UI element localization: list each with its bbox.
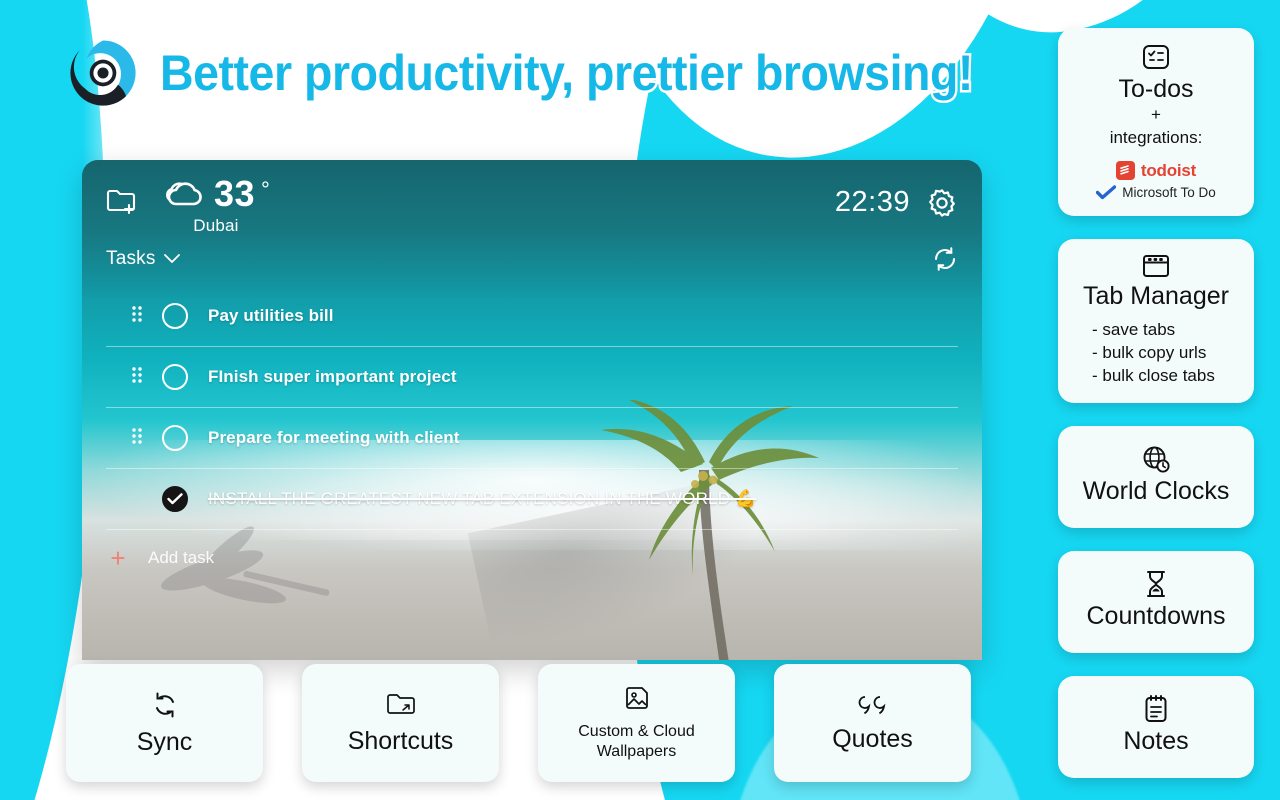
drag-handle-icon[interactable]	[130, 427, 144, 449]
promo-header: Better productivity, prettier browsing!	[0, 28, 1010, 118]
feature-label: Quotes	[832, 724, 913, 753]
swirl-logo-icon	[70, 40, 136, 106]
card-bullet: - bulk copy urls	[1092, 342, 1207, 362]
tasks-dropdown[interactable]: Tasks	[106, 248, 180, 270]
card-title: To-dos	[1118, 75, 1194, 103]
todoist-icon	[1115, 161, 1135, 181]
task-checkbox[interactable]	[162, 364, 188, 390]
card-countdowns[interactable]: Countdowns	[1058, 551, 1254, 654]
gear-icon[interactable]	[926, 187, 958, 219]
feature-label: Custom & Cloud Wallpapers	[578, 723, 695, 760]
chevron-down-icon	[163, 254, 180, 263]
tasks-label: Tasks	[106, 248, 156, 269]
card-title: Notes	[1123, 727, 1189, 756]
card-plus: +	[1151, 105, 1161, 124]
card-todos[interactable]: To-dos + integrations: todoist Microsoft…	[1058, 28, 1254, 216]
folder-shortcut-icon	[386, 694, 415, 714]
window-tabs-icon	[1143, 254, 1169, 277]
task-checkbox[interactable]	[162, 303, 188, 329]
card-bullet: - bulk close tabs	[1092, 366, 1215, 386]
task-label: FInish super important project	[208, 367, 457, 386]
degree-symbol: °	[261, 177, 270, 202]
checklist-icon	[1143, 45, 1169, 69]
feature-label: Shortcuts	[347, 726, 454, 755]
task-checkbox-checked[interactable]	[162, 486, 188, 512]
integrations-list: todoist Microsoft To Do	[1068, 161, 1244, 200]
cloud-icon	[166, 182, 202, 206]
integration-microsoft-todo[interactable]: Microsoft To Do	[1096, 185, 1216, 200]
feature-card-column: To-dos + integrations: todoist Microsoft…	[1058, 28, 1254, 779]
drag-handle-icon[interactable]	[130, 305, 144, 327]
globe-clock-icon	[1143, 446, 1170, 473]
integration-todoist[interactable]: todoist	[1115, 160, 1197, 181]
table-row[interactable]: Prepare for meeting with client	[106, 408, 958, 469]
card-world-clocks[interactable]: World Clocks	[1058, 426, 1254, 529]
new-tab-panel: 33 ° Dubai 22:39 Tasks Pay utilities bil…	[82, 160, 982, 660]
drag-handle-icon[interactable]	[130, 366, 144, 388]
add-task-label: Add task	[148, 548, 215, 567]
page-title: Better productivity, prettier browsing!	[158, 43, 976, 104]
task-label: Pay utilities bill	[208, 306, 334, 325]
feature-button-row: Sync Shortcuts Custom & Cloud Wallpapers	[66, 664, 986, 782]
weather-city: Dubai	[193, 216, 239, 235]
task-label: Prepare for meeting with client	[208, 428, 460, 447]
table-row[interactable]: Pay utilities bill	[106, 286, 958, 347]
table-row[interactable]: FInish super important project	[106, 347, 958, 408]
integration-label: Microsoft To Do	[1122, 184, 1216, 200]
notepad-icon	[1145, 695, 1167, 723]
sync-icon	[155, 692, 174, 718]
tasks-header: Tasks	[82, 246, 982, 272]
feature-sync-button[interactable]: Sync	[66, 664, 263, 782]
card-title: Countdowns	[1086, 602, 1226, 631]
panel-top-bar: 33 ° Dubai 22:39	[82, 160, 982, 238]
table-row[interactable]: INSTALL THE GREATEST NEW TAB EXTENSION I…	[106, 469, 958, 530]
promo-banner: Better productivity, prettier browsing!	[0, 0, 1280, 800]
integration-label: todoist	[1140, 160, 1197, 180]
card-notes[interactable]: Notes	[1058, 676, 1254, 779]
card-title: Tab Manager	[1083, 281, 1229, 310]
task-checkbox[interactable]	[162, 425, 188, 451]
add-task-button[interactable]: + Add task	[106, 530, 958, 586]
hourglass-icon	[1147, 571, 1165, 598]
weather-widget[interactable]: 33 ° Dubai	[162, 176, 270, 236]
plus-icon: +	[110, 542, 126, 573]
tasks-list: Pay utilities bill FInish super importan…	[82, 286, 982, 586]
feature-quotes-button[interactable]: Quotes	[774, 664, 971, 782]
card-tab-manager[interactable]: Tab Manager - save tabs - bulk copy urls…	[1058, 238, 1254, 404]
folder-add-icon[interactable]	[106, 188, 138, 216]
clock-time: 22:39	[834, 186, 910, 218]
card-title: World Clocks	[1082, 477, 1230, 506]
task-label: INSTALL THE GREATEST NEW TAB EXTENSION I…	[208, 489, 757, 508]
microsoft-todo-icon	[1096, 185, 1117, 200]
feature-label: Sync	[136, 727, 193, 756]
card-bullet: - save tabs	[1092, 319, 1176, 339]
quote-icon	[858, 695, 885, 714]
weather-temperature: 33	[214, 173, 256, 214]
refresh-icon[interactable]	[932, 246, 958, 272]
card-subtitle: integrations:	[1109, 127, 1203, 147]
check-icon	[167, 493, 183, 505]
image-icon	[625, 687, 648, 709]
feature-wallpapers-button[interactable]: Custom & Cloud Wallpapers	[538, 664, 735, 782]
feature-shortcuts-button[interactable]: Shortcuts	[302, 664, 499, 782]
